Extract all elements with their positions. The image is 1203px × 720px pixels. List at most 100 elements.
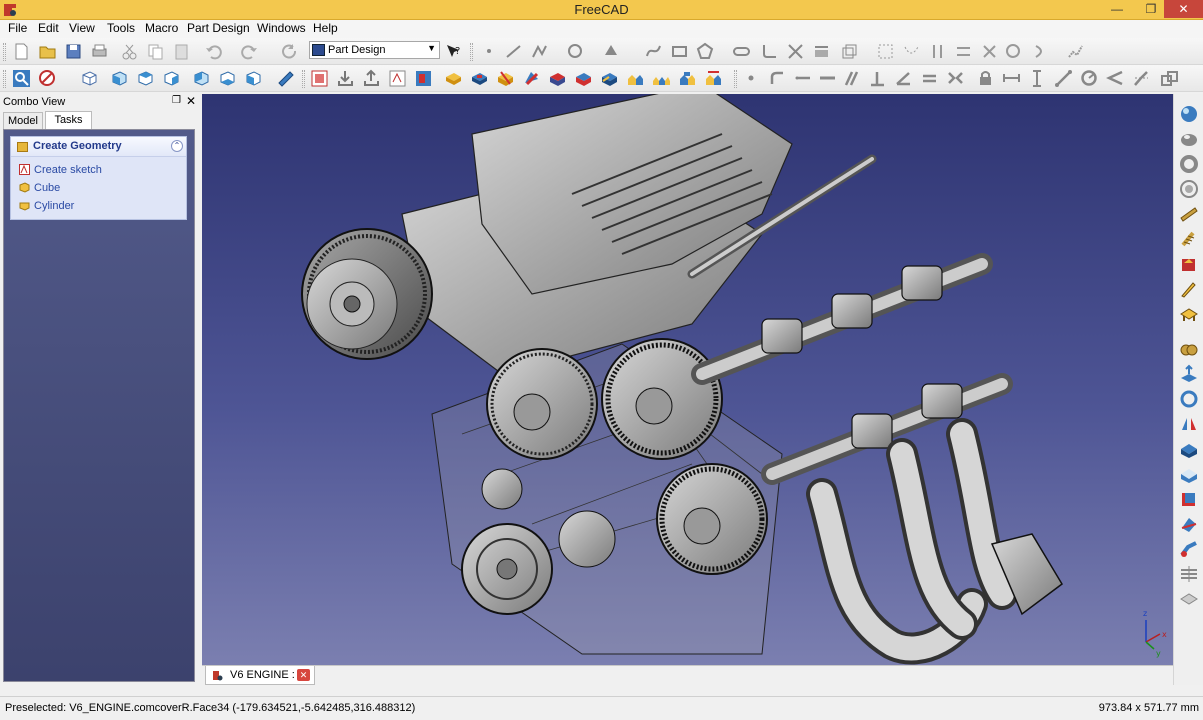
- refresh-icon[interactable]: [280, 42, 299, 61]
- view-rear-icon[interactable]: [192, 69, 211, 88]
- sketch-circle-icon[interactable]: [566, 42, 585, 61]
- draw-style-icon[interactable]: [38, 69, 57, 88]
- primitive-sphere-icon[interactable]: [1179, 104, 1199, 124]
- toggle-driving-constraint-icon[interactable]: [1160, 69, 1179, 88]
- sketch-trim-icon[interactable]: [786, 42, 805, 61]
- toolbar-grip[interactable]: [3, 70, 6, 88]
- task-cube[interactable]: Cube: [19, 182, 60, 194]
- close-button[interactable]: ✕: [1164, 0, 1203, 18]
- new-sketch-icon[interactable]: [388, 69, 407, 88]
- create-geometry-header[interactable]: Create Geometry ⌃: [11, 137, 186, 157]
- constrain-length-icon[interactable]: [1054, 69, 1073, 88]
- constrain-lock-point-icon[interactable]: [742, 69, 761, 88]
- constrain-lock-icon[interactable]: [976, 69, 995, 88]
- minimize-button[interactable]: —: [1104, 0, 1130, 18]
- constraint-coincident-icon[interactable]: [876, 42, 895, 61]
- sketch-rectangle-icon[interactable]: [670, 42, 689, 61]
- 3d-viewport[interactable]: z x y: [202, 94, 1173, 665]
- constraint-point-on-object-icon[interactable]: [902, 42, 921, 61]
- sketch-polygon-icon[interactable]: [696, 42, 715, 61]
- validate-sketch-icon[interactable]: [414, 69, 433, 88]
- constrain-angle-icon[interactable]: [894, 69, 913, 88]
- constrain-symmetric-icon[interactable]: [946, 69, 965, 88]
- menu-windows[interactable]: Windows: [256, 21, 307, 35]
- constrain-parallel-icon[interactable]: [842, 69, 861, 88]
- sketch-fill-icon[interactable]: [602, 42, 621, 61]
- view-left-icon[interactable]: [244, 69, 263, 88]
- create-body-icon[interactable]: [310, 69, 329, 88]
- new-document-icon[interactable]: [12, 42, 31, 61]
- document-tab[interactable]: V6 ENGINE : 1 ✕: [205, 666, 315, 685]
- chamfer-icon[interactable]: [574, 69, 593, 88]
- fillet-3d-icon[interactable]: [1179, 439, 1199, 459]
- engine-model-render[interactable]: z x y: [202, 94, 1173, 665]
- toolbar-grip[interactable]: [734, 70, 737, 88]
- menu-macro[interactable]: Macro: [144, 21, 179, 35]
- constraint-tangent-icon[interactable]: [1004, 42, 1023, 61]
- section-icon[interactable]: [1179, 589, 1199, 609]
- constraint-perpendicular-icon[interactable]: [980, 42, 999, 61]
- redo-icon[interactable]: [240, 42, 259, 61]
- constraint-symmetric-icon[interactable]: [1066, 42, 1085, 61]
- close-panel-icon[interactable]: ✕: [186, 94, 196, 108]
- constrain-distance-icon[interactable]: [794, 69, 813, 88]
- view-front-icon[interactable]: [110, 69, 129, 88]
- undo-icon[interactable]: [204, 42, 223, 61]
- sketch-point-icon[interactable]: [480, 42, 499, 61]
- pencil-icon[interactable]: [1179, 279, 1199, 299]
- primitive-tube-icon[interactable]: [1179, 204, 1199, 224]
- constrain-perpendicular-icon[interactable]: [868, 69, 887, 88]
- toolbar-grip[interactable]: [302, 70, 305, 88]
- sketch-carbon-copy-icon[interactable]: [840, 42, 859, 61]
- revolve-icon[interactable]: [1179, 389, 1199, 409]
- groove-icon[interactable]: [522, 69, 541, 88]
- constrain-internal-angle-icon[interactable]: [1106, 69, 1125, 88]
- copy-icon[interactable]: [146, 42, 165, 61]
- sketch-fillet-icon[interactable]: [760, 42, 779, 61]
- close-tab-icon[interactable]: ✕: [297, 669, 310, 681]
- sketch-polyline-icon[interactable]: [530, 42, 549, 61]
- constraint-horizontal-icon[interactable]: [954, 42, 973, 61]
- primitive-torus-icon[interactable]: [1179, 154, 1199, 174]
- sweep-icon[interactable]: [1179, 564, 1199, 584]
- constrain-arc-icon[interactable]: [768, 69, 787, 88]
- open-folder-icon[interactable]: [38, 42, 57, 61]
- bench-icon[interactable]: [1179, 304, 1199, 324]
- constraint-equal-icon[interactable]: [1032, 42, 1051, 61]
- toolbar-grip[interactable]: [470, 43, 473, 61]
- view-top-icon[interactable]: [136, 69, 155, 88]
- whats-this-icon[interactable]: ?: [444, 42, 463, 61]
- save-icon[interactable]: [64, 42, 83, 61]
- sketch-bspline-icon[interactable]: [644, 42, 663, 61]
- menu-part-design[interactable]: Part Design: [186, 21, 251, 35]
- view-right-icon[interactable]: [162, 69, 181, 88]
- sketch-slot-icon[interactable]: [732, 42, 751, 61]
- chamfer-3d-icon[interactable]: [1179, 464, 1199, 484]
- menu-view[interactable]: View: [68, 21, 96, 35]
- constraint-vertical-icon[interactable]: [928, 42, 947, 61]
- primitive-helix-icon[interactable]: [1179, 229, 1199, 249]
- pad-icon[interactable]: [444, 69, 463, 88]
- sketch-external-icon[interactable]: [812, 42, 831, 61]
- tab-tasks[interactable]: Tasks: [45, 111, 92, 131]
- constrain-horizontal-distance-icon[interactable]: [1002, 69, 1021, 88]
- linear-pattern-icon[interactable]: [652, 69, 671, 88]
- workbench-selector[interactable]: Part Design ▼: [309, 41, 440, 59]
- extrude-icon[interactable]: [1179, 364, 1199, 384]
- constrain-radius-icon[interactable]: [1080, 69, 1099, 88]
- toolbar-grip[interactable]: [3, 43, 6, 61]
- view-axonometric-icon[interactable]: [80, 69, 99, 88]
- constrain-equal-icon[interactable]: [920, 69, 939, 88]
- draft-icon[interactable]: [600, 69, 619, 88]
- import-icon[interactable]: [336, 69, 355, 88]
- fillet-icon[interactable]: [548, 69, 567, 88]
- pocket-icon[interactable]: [470, 69, 489, 88]
- primitive-wedge-icon[interactable]: [1179, 254, 1199, 274]
- tab-model[interactable]: Model: [3, 112, 43, 130]
- mirror-icon[interactable]: [1179, 414, 1199, 434]
- cut-icon[interactable]: [120, 42, 139, 61]
- menu-tools[interactable]: Tools: [106, 21, 136, 35]
- loft-icon[interactable]: [1179, 539, 1199, 559]
- task-create-sketch[interactable]: Create sketch: [19, 164, 102, 176]
- menu-help[interactable]: Help: [312, 21, 339, 35]
